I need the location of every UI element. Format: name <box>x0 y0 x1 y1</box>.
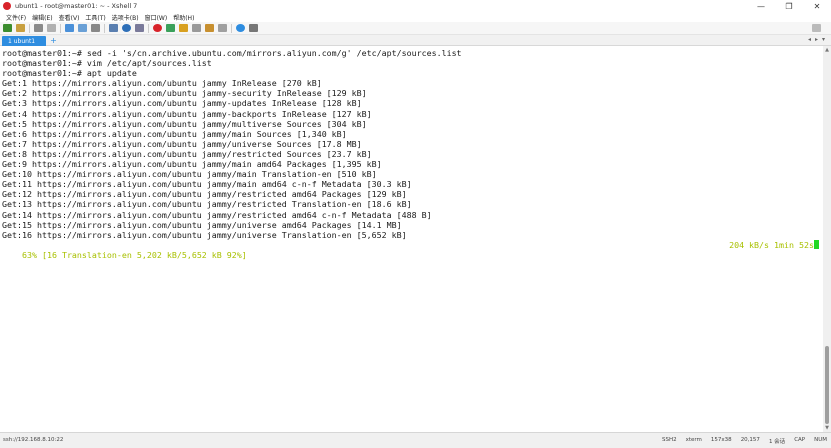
copy-icon[interactable] <box>65 24 74 32</box>
terminal-line: Get:6 https://mirrors.aliyun.com/ubuntu … <box>2 128 347 139</box>
search-icon[interactable] <box>91 24 100 32</box>
terminal-line: Get:9 https://mirrors.aliyun.com/ubuntu … <box>2 159 382 170</box>
terminal-line: Get:7 https://mirrors.aliyun.com/ubuntu … <box>2 138 362 149</box>
minimize-button[interactable]: — <box>747 0 775 12</box>
chat-icon[interactable] <box>249 24 258 32</box>
xftp-icon[interactable] <box>166 24 175 32</box>
toolbar-divider <box>148 23 149 33</box>
close-button[interactable]: ✕ <box>803 0 831 12</box>
toolbar-divider <box>104 23 105 33</box>
progress-status: 63% [16 Translation-en 5,202 kB/5,652 kB… <box>21 249 247 260</box>
toolbar-divider <box>29 23 30 33</box>
script-icon[interactable] <box>205 24 214 32</box>
cursor-position: 20,157 <box>740 437 760 443</box>
menu-tab[interactable]: 选项卡(B) <box>112 13 139 22</box>
window-controls: — ❐ ✕ <box>747 0 831 12</box>
tab-next-icon[interactable]: ▸ <box>815 36 818 43</box>
connection-address: ssh://192.168.8.10:22 <box>3 437 64 443</box>
terminal-line: root@master01:~# apt update <box>2 68 137 79</box>
terminal-type: xterm <box>685 437 702 443</box>
terminal-line: Get:4 https://mirrors.aliyun.com/ubuntu … <box>2 108 372 119</box>
caps-lock-indicator: CAP <box>794 437 806 443</box>
new-session-icon[interactable] <box>3 24 12 32</box>
lock-icon[interactable] <box>179 24 188 32</box>
keyboard-icon[interactable] <box>192 24 201 32</box>
terminal-line: Get:3 https://mirrors.aliyun.com/ubuntu … <box>2 98 362 109</box>
menu-bar: 文件(F) 编辑(E) 查看(V) 工具(T) 选项卡(B) 窗口(W) 帮助(… <box>0 12 831 22</box>
xshell-icon[interactable] <box>153 24 162 32</box>
link-icon[interactable] <box>34 24 43 32</box>
terminal-line: Get:13 https://mirrors.aliyun.com/ubuntu… <box>2 199 412 210</box>
terminal-size: 157x38 <box>710 437 732 443</box>
terminal-line: Get:15 https://mirrors.aliyun.com/ubuntu… <box>2 219 402 230</box>
paste-icon[interactable] <box>78 24 87 32</box>
terminal-line: Get:1 https://mirrors.aliyun.com/ubuntu … <box>2 78 322 89</box>
vertical-scrollbar[interactable]: ▲ ▼ <box>823 46 831 432</box>
terminal-line: Get:2 https://mirrors.aliyun.com/ubuntu … <box>2 88 367 99</box>
terminal-line: Get:12 https://mirrors.aliyun.com/ubuntu… <box>2 189 407 200</box>
properties-icon[interactable] <box>109 24 118 32</box>
terminal-area[interactable]: root@master01:~# sed -i 's/cn.archive.ub… <box>0 46 823 432</box>
terminal-line: root@master01:~# sed -i 's/cn.archive.ub… <box>2 48 462 58</box>
toolbar-divider <box>60 23 61 33</box>
session-count: 1 会话 <box>768 439 786 445</box>
tab-navigation: ◂ ▸ ▾ <box>804 36 825 43</box>
scroll-up-icon[interactable]: ▲ <box>823 46 831 54</box>
font-icon[interactable] <box>135 24 144 32</box>
menu-help[interactable]: 帮助(H) <box>173 13 194 22</box>
progress-line: 63% [16 Translation-en 5,202 kB/5,652 kB… <box>0 239 823 260</box>
menu-view[interactable]: 查看(V) <box>59 13 80 22</box>
terminal-line: Get:8 https://mirrors.aliyun.com/ubuntu … <box>2 148 372 159</box>
tab-session[interactable]: 1 ubunt1 <box>2 36 46 46</box>
xshell-logo-icon <box>3 2 11 10</box>
title-bar: ubunt1 - root@master01: ~ - Xshell 7 — ❐… <box>0 0 831 12</box>
layout-icon[interactable] <box>218 24 227 32</box>
scroll-down-icon[interactable]: ▼ <box>823 424 831 432</box>
toolbar-right <box>812 24 825 32</box>
menu-tools[interactable]: 工具(T) <box>85 13 105 22</box>
menu-window[interactable]: 窗口(W) <box>145 13 168 22</box>
window-title: ubunt1 - root@master01: ~ - Xshell 7 <box>15 2 138 10</box>
toolbar-divider <box>231 23 232 33</box>
toolbar-options-icon[interactable] <box>812 24 821 32</box>
progress-speed: 204 kB/s 1min 52s <box>729 239 814 250</box>
terminal-line: Get:16 https://mirrors.aliyun.com/ubuntu… <box>2 229 407 240</box>
tab-bar: 1 ubunt1 + ◂ ▸ ▾ <box>0 35 831 46</box>
help-icon[interactable] <box>236 24 245 32</box>
scroll-thumb[interactable] <box>825 346 829 424</box>
status-bar: ssh://192.168.8.10:22 SSH2 xterm 157x38 … <box>0 432 831 448</box>
tab-menu-icon[interactable]: ▾ <box>822 36 825 43</box>
add-tab-button[interactable]: + <box>49 36 58 45</box>
open-folder-icon[interactable] <box>16 24 25 32</box>
maximize-button[interactable]: ❐ <box>775 0 803 12</box>
terminal-line: Get:10 https://mirrors.aliyun.com/ubuntu… <box>2 169 377 180</box>
tab-prev-icon[interactable]: ◂ <box>808 36 811 43</box>
toolbar <box>0 22 831 35</box>
progress-speed-group: 204 kB/s 1min 52s <box>729 239 819 250</box>
status-right: SSH2 xterm 157x38 20,157 1 会话 CAP NUM <box>653 437 827 445</box>
terminal-cursor <box>814 239 819 249</box>
protocol-status: SSH2 <box>661 437 677 443</box>
disconnect-icon[interactable] <box>47 24 56 32</box>
terminal-line: root@master01:~# vim /etc/apt/sources.li… <box>2 58 212 69</box>
num-lock-indicator: NUM <box>814 437 827 443</box>
menu-file[interactable]: 文件(F) <box>6 13 26 22</box>
terminal-line: Get:11 https://mirrors.aliyun.com/ubuntu… <box>2 179 412 190</box>
globe-icon[interactable] <box>122 24 131 32</box>
tab-label: 1 ubunt1 <box>8 37 36 45</box>
terminal-line: Get:14 https://mirrors.aliyun.com/ubuntu… <box>2 209 432 220</box>
terminal-line: Get:5 https://mirrors.aliyun.com/ubuntu … <box>2 118 367 129</box>
menu-edit[interactable]: 编辑(E) <box>32 13 52 22</box>
